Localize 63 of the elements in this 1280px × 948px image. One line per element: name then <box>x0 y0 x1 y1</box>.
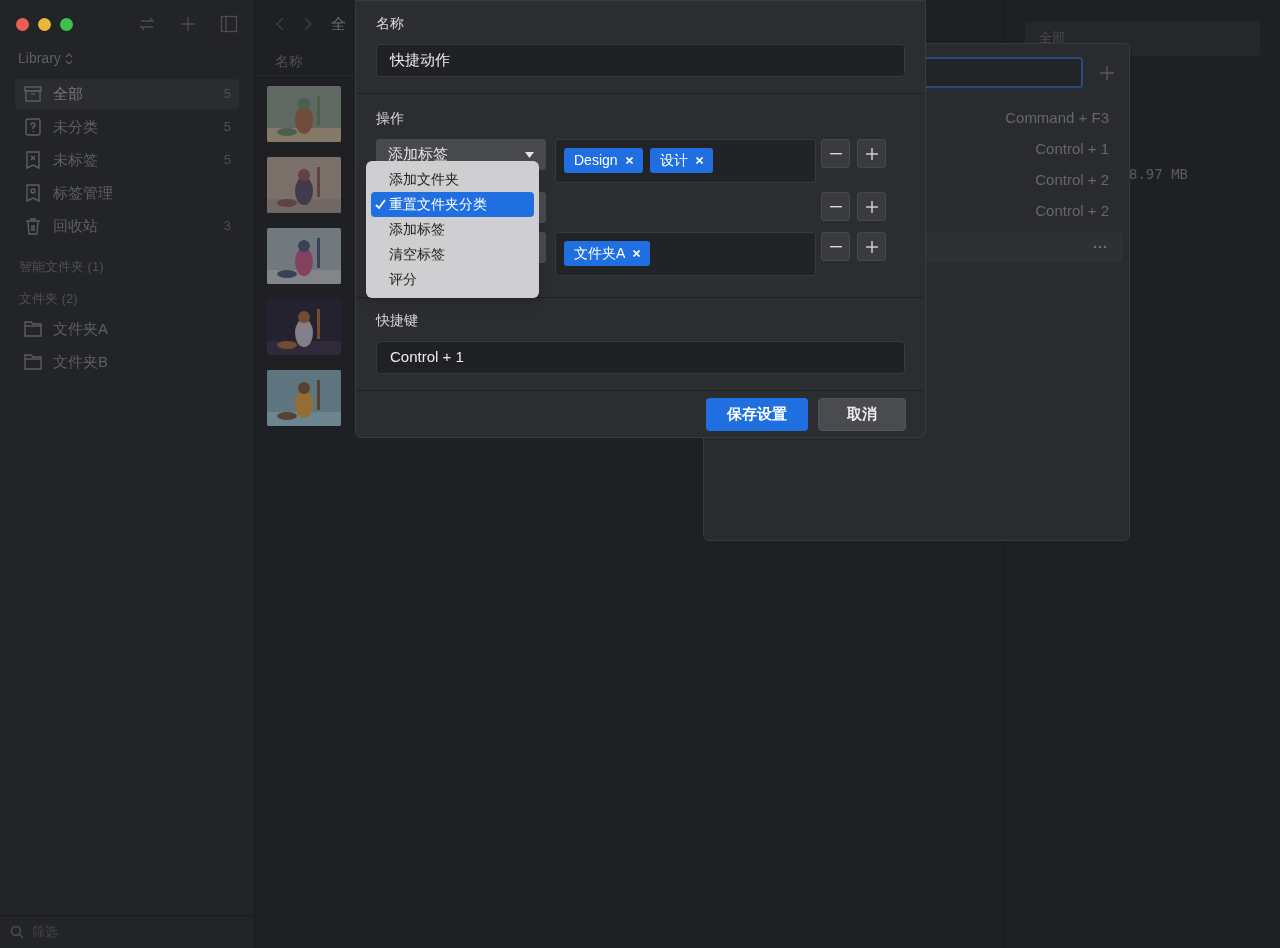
folder-icon <box>23 320 43 338</box>
add-action-button[interactable] <box>857 232 886 261</box>
shortcut-field[interactable]: Control + 1 <box>376 341 905 374</box>
plus-icon <box>865 240 878 253</box>
remove-icon[interactable] <box>633 250 641 257</box>
tag-field[interactable]: 文件夹A <box>555 232 816 276</box>
minus-icon <box>829 152 842 155</box>
remove-action-button[interactable] <box>821 192 850 221</box>
more-icon[interactable] <box>1093 245 1107 249</box>
add-icon[interactable] <box>1099 64 1115 81</box>
plus-icon <box>865 147 878 160</box>
remove-action-button[interactable] <box>821 139 850 168</box>
folder-icon <box>23 353 43 371</box>
minus-icon <box>829 205 842 208</box>
tag-icon <box>23 183 43 203</box>
field-label: 名称 <box>376 14 405 33</box>
menu-item[interactable]: 评分 <box>371 267 534 292</box>
minus-icon <box>829 245 842 248</box>
minimize-window-icon[interactable] <box>38 17 51 31</box>
menu-item[interactable]: 重置文件夹分类 <box>371 192 534 217</box>
add-action-button[interactable] <box>857 139 886 168</box>
shortcut-label: Control + 1 <box>1035 139 1109 159</box>
shortcut-label: Command + F3 <box>1005 108 1109 128</box>
menu-item[interactable]: 添加标签 <box>371 217 534 242</box>
cancel-button[interactable]: 取消 <box>818 397 906 431</box>
menu-item[interactable]: 添加文件夹 <box>371 167 534 192</box>
file-size: 8.97 MB <box>1129 165 1189 184</box>
shortcut-label: Control + 2 <box>1035 170 1109 190</box>
save-button[interactable]: 保存设置 <box>706 397 808 431</box>
trash-icon <box>23 216 43 236</box>
tag-x-icon <box>23 150 43 170</box>
sidebar-toggle-icon[interactable] <box>220 15 238 33</box>
breadcrumb: 全 <box>331 13 346 34</box>
caret-icon <box>525 151 534 158</box>
shortcut-label: Control + 2 <box>1035 201 1109 221</box>
search-icon <box>10 925 24 939</box>
zoom-window-icon[interactable] <box>60 17 73 31</box>
sidebar-item[interactable]: 标签管理 <box>15 178 239 208</box>
tag-chip: 设计 <box>649 148 713 173</box>
remove-icon[interactable] <box>695 157 703 164</box>
tag-chip: 文件夹A <box>564 241 651 266</box>
menu-item[interactable]: 清空标签 <box>371 242 534 267</box>
remove-icon[interactable] <box>625 157 633 164</box>
folder-item[interactable]: 文件夹A <box>15 314 239 344</box>
chevron-up-down-icon[interactable] <box>64 52 73 65</box>
back-icon[interactable] <box>275 17 285 31</box>
name-field[interactable]: 快捷动作 <box>376 44 905 77</box>
tag-chip: Design <box>564 148 643 173</box>
add-action-button[interactable] <box>857 192 886 221</box>
question-icon <box>23 117 43 137</box>
field-label: 快捷键 <box>376 311 419 330</box>
field-label: 操作 <box>376 109 405 128</box>
forward-icon[interactable] <box>303 17 313 31</box>
tag-field[interactable]: Design 设计 <box>555 139 816 183</box>
library-selector[interactable]: Library <box>18 48 61 69</box>
add-icon[interactable] <box>179 15 197 33</box>
archive-icon <box>23 84 43 104</box>
close-window-icon[interactable] <box>16 17 29 31</box>
plus-icon <box>865 200 878 213</box>
folder-item[interactable]: 文件夹B <box>15 347 239 377</box>
remove-action-button[interactable] <box>821 232 850 261</box>
swap-icon[interactable] <box>138 15 156 33</box>
checkmark-icon <box>375 199 386 210</box>
